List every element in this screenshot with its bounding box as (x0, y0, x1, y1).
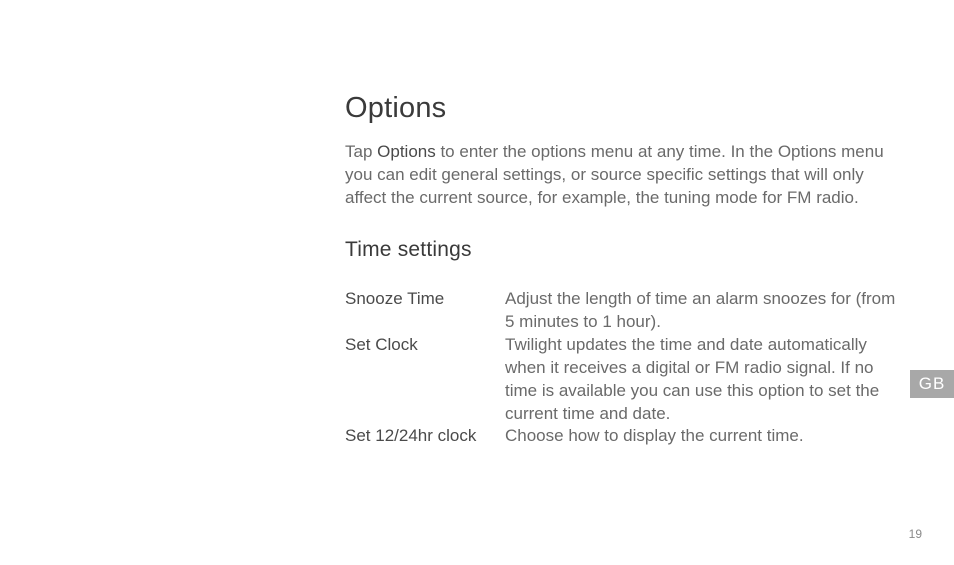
intro-paragraph: Tap Options to enter the options menu at… (345, 141, 905, 210)
setting-label-snooze: Snooze Time (345, 288, 505, 311)
setting-row-12-24hr: Set 12/24hr clock Choose how to display … (345, 425, 905, 448)
setting-label-set-clock: Set Clock (345, 334, 505, 357)
setting-desc-12-24hr: Choose how to display the current time. (505, 425, 905, 448)
heading-options: Options (345, 92, 905, 125)
setting-desc-snooze: Adjust the length of time an alarm snooz… (505, 288, 905, 334)
setting-label-12-24hr: Set 12/24hr clock (345, 425, 505, 448)
intro-bold-word: Options (377, 142, 436, 161)
heading-time-settings: Time settings (345, 238, 905, 262)
setting-row-set-clock: Set Clock Twilight updates the time and … (345, 334, 905, 426)
page-content: Options Tap Options to enter the options… (345, 92, 905, 448)
setting-row-snooze: Snooze Time Adjust the length of time an… (345, 288, 905, 334)
language-tab-gb: GB (910, 370, 954, 398)
setting-desc-set-clock: Twilight updates the time and date autom… (505, 334, 905, 426)
page-number: 19 (909, 527, 922, 541)
intro-prefix: Tap (345, 142, 377, 161)
